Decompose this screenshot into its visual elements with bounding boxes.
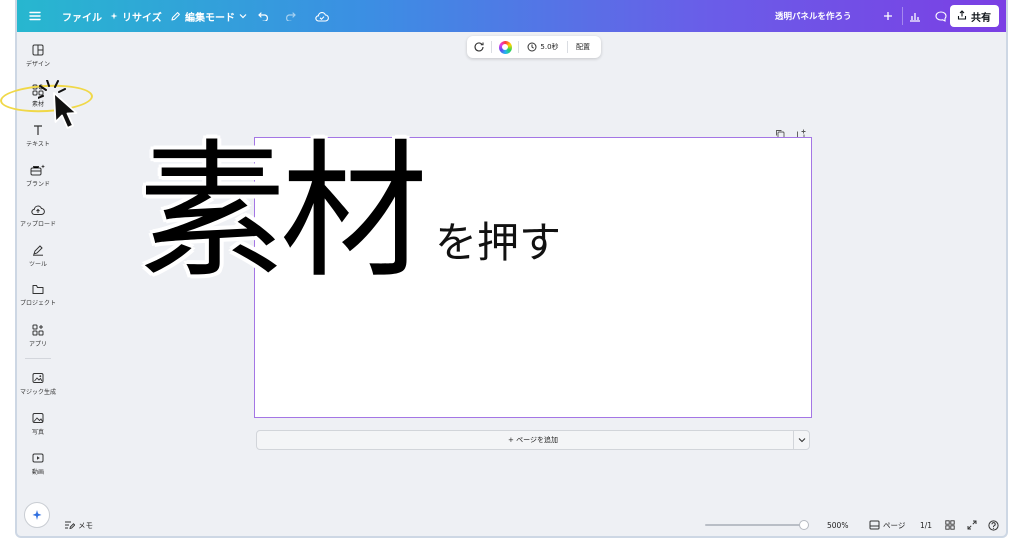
apps-icon: [32, 324, 44, 336]
resize-label: リサイズ: [122, 12, 162, 24]
sidebar-item-label: デザイン: [25, 61, 50, 68]
pages-icon: [869, 520, 880, 530]
sidebar-item-videos[interactable]: 動画: [17, 452, 59, 476]
resize-button[interactable]: リサイズ: [110, 0, 162, 32]
duration-button[interactable]: 5.0秒: [519, 42, 567, 52]
fullscreen-button[interactable]: [967, 516, 977, 534]
sidebar-item-upload[interactable]: アップロード: [17, 204, 59, 228]
resize-sparkle-icon: [110, 12, 118, 20]
cloud-check-icon: [315, 11, 329, 22]
zoom-slider[interactable]: [705, 524, 809, 526]
edit-mode-dropdown[interactable]: 編集モード: [170, 0, 247, 32]
save-status-button[interactable]: [315, 0, 329, 32]
sidebar-item-design[interactable]: デザイン: [17, 44, 59, 68]
sidebar-item-label: 動画: [31, 469, 44, 476]
sidebar-item-brand[interactable]: ブランド: [17, 164, 59, 188]
photo-icon: [32, 412, 44, 424]
context-toolbar: 5.0秒 配置: [467, 36, 601, 58]
add-button[interactable]: [883, 0, 893, 32]
refresh-icon: [474, 42, 484, 52]
design-icon: [32, 44, 44, 56]
sidebar-item-label: ツール: [28, 261, 47, 268]
share-label: 共有: [971, 12, 991, 24]
add-page-button[interactable]: + ページを追加: [256, 430, 810, 450]
sidebar-item-apps[interactable]: アプリ: [17, 324, 59, 348]
sidebar-item-label: ブランド: [25, 181, 50, 188]
sidebar-item-label: マジック生成: [19, 389, 56, 396]
redo-icon: [284, 11, 296, 21]
sidebar-item-projects[interactable]: プロジェクト: [17, 284, 59, 307]
annotation-sub-text: を押す: [435, 218, 562, 267]
tools-icon: [32, 244, 44, 256]
animate-button[interactable]: [467, 41, 491, 53]
share-button[interactable]: 共有: [950, 5, 999, 27]
grid-view-button[interactable]: [945, 516, 955, 534]
zoom-label: 500%: [827, 520, 849, 530]
help-icon: [988, 519, 999, 531]
topbar-divider: [902, 7, 903, 25]
undo-button[interactable]: [258, 0, 270, 32]
arrange-label: 配置: [576, 43, 590, 51]
pencil-icon: [170, 11, 181, 22]
comment-icon: [935, 10, 947, 22]
chevron-down-icon: [239, 13, 247, 19]
add-page-label: + ページを追加: [508, 436, 558, 444]
hamburger-icon: [29, 11, 41, 21]
sidebar-item-label: プロジェクト: [19, 300, 56, 307]
help-button[interactable]: [988, 516, 999, 534]
expand-icon: [967, 520, 977, 530]
color-wheel-icon: [498, 40, 512, 54]
redo-button[interactable]: [284, 0, 296, 32]
brand-icon: [30, 164, 46, 176]
document-title-label: 透明パネルを作ろう: [775, 12, 852, 22]
notes-button[interactable]: メモ: [64, 516, 93, 534]
undo-icon: [258, 11, 270, 21]
sidebar-item-photos[interactable]: 写真: [17, 412, 59, 436]
file-menu-label: ファイル: [62, 12, 102, 24]
bar-chart-icon: [909, 11, 921, 22]
sidebar-item-label: 写真: [31, 429, 44, 436]
file-menu[interactable]: ファイル: [62, 0, 102, 32]
comments-button[interactable]: [935, 0, 947, 32]
sidebar-item-label: アプリ: [28, 341, 47, 348]
upload-icon: [31, 204, 45, 216]
sidebar-divider: [25, 358, 51, 359]
notes-icon: [65, 521, 75, 530]
arrange-button[interactable]: 配置: [568, 42, 598, 52]
notes-label: メモ: [78, 520, 93, 530]
duration-label: 5.0秒: [540, 43, 559, 51]
page-count-label: 1/1: [920, 520, 933, 530]
bottom-bar: メモ 500% ページ 1/1: [17, 516, 1006, 534]
grid-icon: [945, 520, 955, 530]
main-menu-button[interactable]: [29, 0, 41, 32]
plus-icon: [883, 11, 893, 21]
insights-button[interactable]: [909, 0, 921, 32]
zoom-value[interactable]: 500%: [827, 516, 848, 534]
sidebar-item-tools[interactable]: ツール: [17, 244, 59, 268]
color-picker-button[interactable]: [492, 40, 518, 54]
page-count: 1/1: [920, 516, 932, 534]
add-page-options-button[interactable]: [793, 431, 809, 449]
app-window: ファイル リサイズ 編集モード 透明パネルを作ろう 共有 デザイン 素材 テキス…: [15, 0, 1008, 538]
pages-label: ページ: [883, 520, 906, 530]
pointer-cursor-icon: [37, 79, 88, 138]
sidebar-item-label: アップロード: [19, 221, 56, 228]
video-icon: [32, 452, 44, 464]
pages-button[interactable]: ページ: [869, 516, 905, 534]
annotation-big-text: 素材: [138, 126, 428, 298]
magic-media-icon: [32, 372, 44, 384]
chevron-down-icon: [798, 438, 805, 443]
folder-icon: [32, 284, 44, 295]
duplicate-page-button[interactable]: [775, 124, 785, 139]
document-title[interactable]: 透明パネルを作ろう: [775, 0, 852, 32]
clock-icon: [527, 42, 537, 52]
edit-mode-label: 編集モード: [185, 12, 235, 24]
add-page-inline-button[interactable]: [796, 124, 806, 139]
share-upload-icon: [957, 9, 967, 23]
top-bar: ファイル リサイズ 編集モード 透明パネルを作ろう 共有: [17, 0, 1006, 32]
zoom-slider-handle[interactable]: [798, 520, 809, 530]
sidebar-item-magic-media[interactable]: マジック生成: [17, 372, 59, 396]
sidebar-item-label: テキスト: [26, 141, 50, 148]
